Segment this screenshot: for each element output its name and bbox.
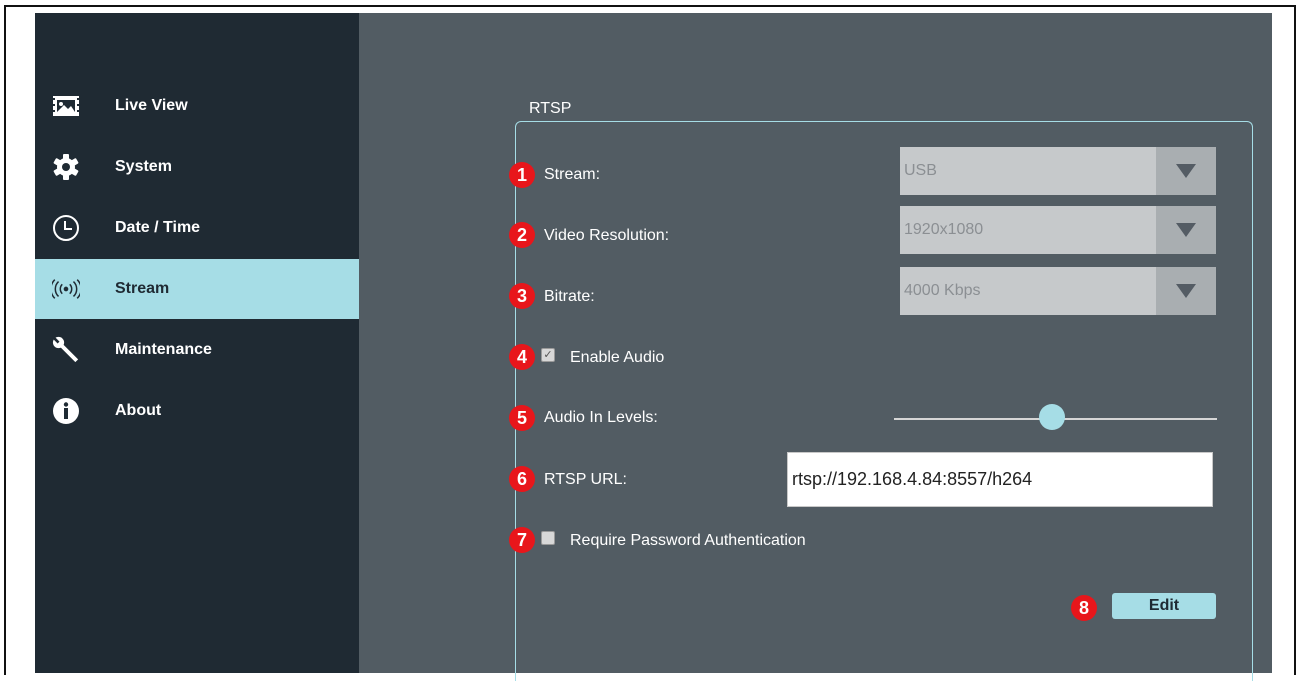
info-icon: [52, 397, 80, 425]
callout-badge: 2: [509, 222, 535, 248]
sidebar-item-label: About: [115, 402, 162, 419]
rtsp-url-label: RTSP URL:: [544, 471, 627, 488]
sidebar-item-label: Live View: [115, 97, 188, 114]
sidebar-item-label: Stream: [115, 280, 170, 297]
stream-label: Stream:: [544, 166, 601, 183]
callout-badge: 8: [1071, 595, 1097, 621]
sidebar-item-about[interactable]: About: [35, 381, 359, 441]
wrench-icon: [52, 336, 80, 364]
video-resolution-label: Video Resolution:: [544, 227, 670, 244]
audio-levels-label: Audio In Levels:: [544, 409, 658, 426]
bitrate-select[interactable]: 4000 Kbps: [900, 267, 1216, 315]
callout-badge: 3: [509, 283, 535, 309]
callout-badge: 4: [509, 344, 535, 370]
bitrate-label: Bitrate:: [544, 288, 595, 305]
sidebar-item-label: System: [115, 158, 172, 175]
chevron-down-icon[interactable]: [1156, 267, 1216, 315]
sidebar-item-system[interactable]: System: [35, 137, 359, 197]
broadcast-icon: [52, 275, 80, 303]
stream-select[interactable]: USB: [900, 147, 1216, 195]
callout-badge: 7: [509, 527, 535, 553]
edit-button[interactable]: Edit: [1112, 593, 1216, 619]
bitrate-select-value: 4000 Kbps: [904, 282, 981, 299]
main-panel: RTSP 1 Stream: USB 2 Video Resolution: 1…: [359, 13, 1272, 681]
callout-badge: 5: [509, 405, 535, 431]
image-icon: [52, 92, 80, 120]
sidebar-item-label: Maintenance: [115, 341, 212, 358]
clock-icon: [52, 214, 80, 242]
chevron-down-icon[interactable]: [1156, 147, 1216, 195]
enable-audio-checkbox[interactable]: ✓: [541, 348, 555, 362]
video-resolution-select-value: 1920x1080: [904, 221, 984, 238]
gear-icon: [52, 153, 80, 181]
rtsp-url-input[interactable]: [787, 452, 1213, 507]
stream-select-value: USB: [904, 162, 937, 179]
callout-badge: 6: [509, 466, 535, 492]
sidebar-item-live-view[interactable]: Live View: [35, 76, 359, 136]
chevron-down-icon[interactable]: [1156, 206, 1216, 254]
sidebar-item-stream[interactable]: Stream: [35, 259, 359, 319]
callout-badge: 1: [509, 162, 535, 188]
sidebar-item-label: Date / Time: [115, 219, 201, 236]
sidebar-item-maintenance[interactable]: Maintenance: [35, 320, 359, 380]
sidebar-item-date-time[interactable]: Date / Time: [35, 198, 359, 258]
enable-audio-label: Enable Audio: [570, 349, 665, 366]
video-resolution-select[interactable]: 1920x1080: [900, 206, 1216, 254]
require-password-label: Require Password Authentication: [570, 532, 806, 549]
section-title: RTSP: [529, 100, 572, 117]
require-password-checkbox[interactable]: [541, 531, 555, 545]
sidebar: Live View System Date / Time Stream Main…: [35, 13, 359, 673]
